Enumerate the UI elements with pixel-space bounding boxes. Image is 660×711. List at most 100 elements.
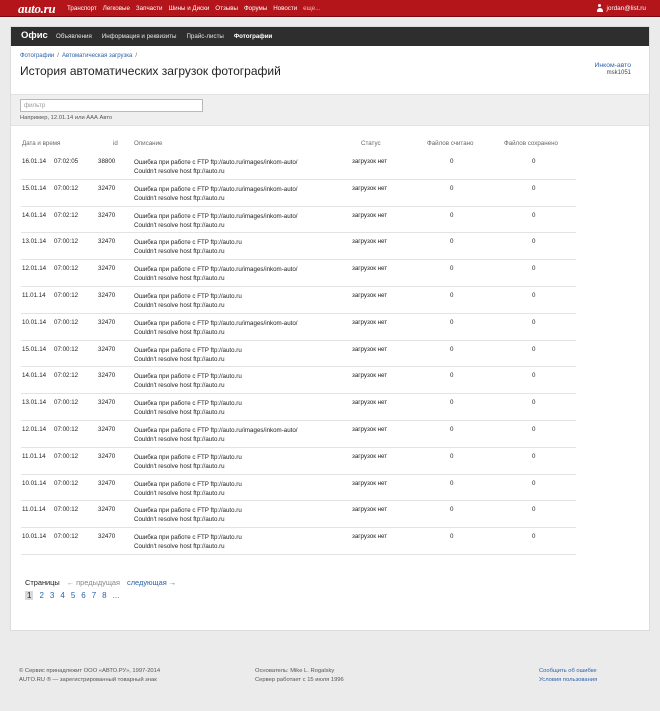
description-error: Couldn't resolve host ftp://auto.ru: [134, 355, 225, 363]
description-line: Ошибка при работе с FTP ftp://auto.ru: [134, 400, 242, 408]
top-nav-tires[interactable]: Шины и Диски: [169, 5, 210, 12]
user-account[interactable]: jordan@list.ru: [596, 4, 646, 12]
cell-description: Ошибка при работе с FTP ftp://auto.ru/im…: [134, 265, 298, 283]
cell-files-saved: 0: [532, 425, 536, 433]
cell-id: 32470: [98, 533, 116, 541]
cell-id: 38800: [98, 158, 116, 165]
table-header: Дата и время id Описание Статус Файлов с…: [21, 140, 576, 152]
table-row: 15.01.14 07:00:12 32470 загрузок нет 0 0 Ошибк…: [21, 180, 576, 207]
footer-trademark-line: AUTO.RU ® — зарегистрированный товарный …: [19, 676, 157, 683]
cell-files-saved: 0: [532, 479, 536, 487]
description-error: Couldn't resolve host ftp://auto.ru: [134, 168, 225, 175]
cell-files-saved: 0: [532, 265, 536, 273]
top-nav-news[interactable]: Новости: [273, 5, 297, 12]
cell-date: 13.01.14: [22, 238, 47, 246]
description-line: Ошибка при работе с FTP ftp://auto.ru/im…: [134, 426, 298, 434]
next-page-link[interactable]: следующая →: [127, 578, 176, 587]
table-row: 11.01.14 07:00:12 32470 загрузок нет 0 0 Ошибк…: [21, 501, 576, 529]
cell-files-saved: 0: [532, 345, 536, 353]
office-nav-bar: Офис Объявления Информация и реквизиты П…: [11, 27, 649, 46]
tab-price-lists[interactable]: Прайс-листы: [186, 33, 223, 40]
description-error: Couldn't resolve host ftp://auto.ru: [134, 462, 225, 470]
company-name[interactable]: Инком-авто: [595, 62, 631, 69]
cell-time: 07:00:12: [54, 399, 79, 407]
page-link[interactable]: ...: [113, 591, 120, 600]
cell-status: загрузок нет: [352, 318, 388, 326]
cell-id: 32470: [98, 425, 116, 433]
breadcrumb-auto-upload[interactable]: Автоматическая загрузка: [62, 53, 132, 59]
cell-id: 32470: [98, 399, 116, 407]
cell-time: 07:00:12: [54, 345, 79, 353]
tab-photos[interactable]: Фотографии: [234, 33, 272, 40]
cell-status: загрузок нет: [352, 452, 388, 460]
description-line: Ошибка при работе с FTP ftp://auto.ru: [134, 534, 242, 542]
table-row: 13.01.14 07:00:12 32470 загрузок нет 0 0 Ошибк…: [21, 394, 576, 421]
terms-link[interactable]: Условия пользования: [539, 676, 597, 685]
tab-info[interactable]: Информация и реквизиты: [102, 33, 177, 40]
cell-status: загрузок нет: [352, 238, 388, 246]
tab-listings[interactable]: Объявления: [56, 33, 92, 40]
cell-date: 13.01.14: [22, 399, 47, 407]
footer-founder: Основатель: Mike L. Rogalsky Сервер рабо…: [255, 667, 344, 684]
cell-date: 14.01.14: [22, 211, 47, 219]
table-row: 10.01.14 07:00:12 32470 загрузок нет 0 0 Ошибк…: [21, 475, 576, 502]
page-title: История автоматических загрузок фотограф…: [20, 64, 281, 78]
cell-id: 32470: [98, 238, 116, 246]
cell-description: Ошибка при работе с FTP ftp://auto.ru/im…: [134, 158, 298, 176]
page-link[interactable]: 8: [102, 591, 106, 600]
page-link[interactable]: 6: [81, 591, 85, 600]
top-nav-cars[interactable]: Легковые: [103, 5, 130, 12]
description-line: Ошибка при работе с FTP ftp://auto.ru: [134, 239, 242, 247]
page-link[interactable]: 4: [60, 591, 64, 600]
page-link[interactable]: 7: [92, 591, 96, 600]
cell-files-saved: 0: [532, 291, 536, 299]
table-row: 15.01.14 07:00:12 32470 загрузок нет 0 0 Ошибк…: [21, 341, 576, 368]
table-row: 12.01.14 07:00:12 32470 загрузок нет 0 0 Ошибк…: [21, 260, 576, 287]
top-nav-more[interactable]: еще...: [303, 5, 320, 12]
current-page: 1: [25, 591, 34, 600]
cell-files-read: 0: [450, 479, 454, 487]
page-link[interactable]: 2: [39, 591, 43, 600]
cell-description: Ошибка при работе с FTP ftp://auto.ru/im…: [134, 212, 298, 230]
company-code: msk1051: [606, 70, 631, 76]
cell-files-saved: 0: [532, 158, 536, 165]
table-row: 16.01.14 07:02:05 38800 загрузок нет 0 0 Ошибк…: [21, 153, 576, 180]
cell-id: 32470: [98, 291, 116, 299]
top-nav-forums[interactable]: Форумы: [244, 5, 267, 12]
cell-date: 11.01.14: [22, 506, 46, 514]
footer-copyright: © Сервис принадлежит ООО «АВТО.РУ», 1997…: [19, 667, 160, 684]
cell-description: Ошибка при работе с FTP ftp://auto.ru Cou…: [134, 346, 242, 364]
table-row: 10.01.14 07:00:12 32470 загрузок нет 0 0 Ошибк…: [21, 314, 576, 341]
user-email[interactable]: jordan@list.ru: [606, 5, 646, 12]
top-nav-reviews[interactable]: Отзывы: [215, 5, 238, 12]
pagination-label: Страницы: [25, 578, 60, 587]
cell-description: Ошибка при работе с FTP ftp://auto.ru/im…: [134, 185, 298, 203]
cell-files-read: 0: [450, 184, 454, 192]
filter-area: Например, 12.01.14 или ААА Авто: [11, 94, 649, 126]
footer: © Сервис принадлежит ООО «АВТО.РУ», 1997…: [0, 631, 660, 711]
auto-ru-logo[interactable]: auto.ru: [18, 1, 56, 17]
header-status: Статус: [361, 140, 381, 147]
breadcrumb-photos[interactable]: Фотографии: [20, 53, 54, 59]
filter-input[interactable]: [20, 99, 203, 112]
upload-history-table: 16.01.14 07:02:05 38800 загрузок нет 0 0 Ошибк…: [21, 153, 576, 555]
cell-date: 10.01.14: [22, 479, 47, 487]
description-error: Couldn't resolve host ftp://auto.ru: [134, 248, 225, 256]
cell-description: Ошибка при работе с FTP ftp://auto.ru Cou…: [134, 480, 242, 498]
cell-status: загрузок нет: [352, 158, 388, 165]
top-nav-transport[interactable]: Транспорт: [67, 5, 97, 12]
top-nav-parts[interactable]: Запчасти: [136, 5, 163, 12]
page-link[interactable]: 5: [71, 591, 75, 600]
cell-time: 07:00:12: [54, 238, 79, 246]
filter-hint: Например, 12.01.14 или ААА Авто: [20, 115, 113, 121]
cell-time: 07:02:05: [54, 158, 79, 165]
report-error-link[interactable]: Сообщить об ошибке: [539, 667, 597, 676]
header-description: Описание: [134, 140, 163, 147]
description-error: Couldn't resolve host ftp://auto.ru: [134, 489, 225, 497]
cell-description: Ошибка при работе с FTP ftp://auto.ru Cou…: [134, 238, 242, 256]
cell-id: 32470: [98, 345, 116, 353]
breadcrumb-separator: /: [135, 53, 138, 59]
cell-id: 32470: [98, 184, 116, 192]
cell-status: загрузок нет: [352, 345, 388, 353]
page-link[interactable]: 3: [50, 591, 54, 600]
